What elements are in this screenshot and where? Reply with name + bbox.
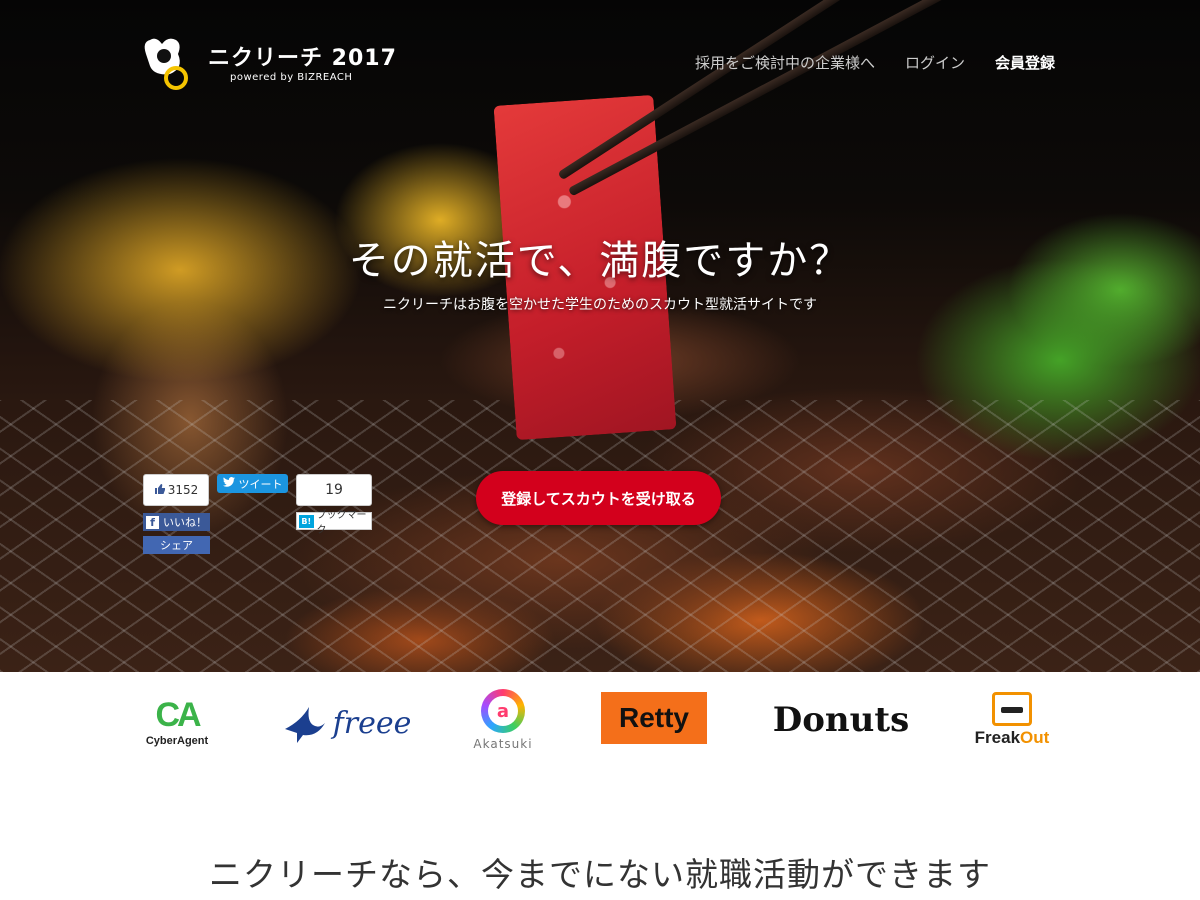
section-heading: ニクリーチなら、今までにない就職活動ができます [209,855,991,894]
hatena-bookmark-button[interactable]: B! ブックマーク [296,510,372,536]
akatsuki-mark: a [488,696,518,726]
twitter-bird-icon [222,477,235,490]
hatena-b-icon: B! [299,514,314,528]
facebook-share-button[interactable]: シェア [143,536,210,554]
nav-link-for-companies[interactable]: 採用をご検討中の企業様へ [695,52,875,73]
facebook-like-button[interactable]: f いいね！ [143,513,210,531]
company-name: Donuts [772,700,910,740]
company-logos: CA CyberAgent freee a Akatsuki Retty Don… [0,680,1200,770]
hero-headline: その就活で、満腹ですか？ [348,238,852,284]
signup-cta-button[interactable]: 登録してスカウトを受け取る [476,471,721,525]
logo-mark-icon [144,38,188,90]
nav-link-signup[interactable]: 会員登録 [995,52,1055,73]
company-logo-donuts: Donuts [770,690,912,750]
company-name: Akatsuki [473,737,533,751]
company-logo-cyberagent: CA CyberAgent [140,688,214,754]
top-nav: 採用をご検討中の企業様へ ログイン 会員登録 [695,52,1055,73]
company-logo-akatsuki: a Akatsuki [466,684,540,756]
company-name: Retty [618,702,689,733]
hero-banner: ニクリーチ 2017 powered by BIZREACH 採用をご検討中の企… [0,0,1200,672]
logo-title: ニクリーチ 2017 [208,46,397,71]
logo-subtitle: powered by BIZREACH [230,72,353,83]
tweet-button[interactable]: ツイート [217,474,288,493]
company-name-part: Freak [974,728,1021,747]
swallow-icon [283,699,327,747]
akatsuki-ring-icon: a [481,689,525,733]
company-name-part: Out [1020,728,1050,747]
cyberagent-mark: CA [155,696,201,734]
facebook-like-count: 3152 [143,474,209,506]
company-name: CyberAgent [145,735,209,747]
company-name: FreakOut [975,728,1050,748]
hatena-bookmark-count: 19 [296,474,372,506]
company-logo-freakout: FreakOut [966,684,1058,756]
nav-link-login[interactable]: ログイン [905,52,965,73]
thumbs-up-icon [154,483,166,498]
company-logo-retty: Retty [601,692,707,744]
facebook-like-count-value: 3152 [167,483,199,497]
freakout-box-icon [992,692,1032,726]
company-logo-freee: freee [262,694,432,752]
site-logo[interactable]: ニクリーチ 2017 powered by BIZREACH [140,26,396,106]
company-name: freee [332,705,412,741]
hero-tagline: ニクリーチはお腹を空かせた学生のためのスカウト型就活サイトです [383,297,817,313]
tweet-label: ツイート [238,477,283,491]
facebook-like-label: いいね！ [163,516,207,529]
facebook-f-icon: f [146,515,159,529]
hatena-bookmark-label: ブックマーク [316,510,367,536]
